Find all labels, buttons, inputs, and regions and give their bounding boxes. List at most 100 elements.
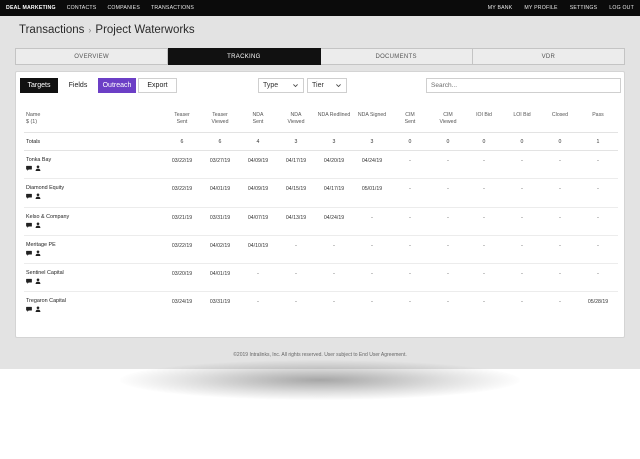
column-header[interactable]: CIM Sent bbox=[390, 112, 430, 126]
comment-icon[interactable] bbox=[26, 306, 32, 313]
table-cell: 05/28/19 bbox=[587, 299, 609, 306]
nav-log-out[interactable]: LOG OUT bbox=[609, 5, 634, 11]
tab-vdr[interactable]: VDR bbox=[472, 48, 625, 65]
person-icon[interactable] bbox=[35, 222, 41, 228]
type-select[interactable]: Type bbox=[258, 78, 304, 93]
row-actions bbox=[26, 222, 44, 228]
column-header[interactable]: Teaser Viewed bbox=[200, 112, 240, 126]
total-cell: 0 bbox=[558, 139, 562, 145]
tier-select[interactable]: Tier bbox=[307, 78, 347, 93]
comment-icon[interactable] bbox=[26, 278, 32, 284]
firm-name[interactable]: Sentinel Capital bbox=[26, 270, 64, 276]
person-icon[interactable] bbox=[35, 165, 41, 171]
column-header[interactable]: LOI Bid bbox=[502, 112, 542, 119]
total-cell: 3 bbox=[370, 139, 374, 145]
person-icon[interactable] bbox=[35, 306, 41, 313]
nav-my-profile[interactable]: MY PROFILE bbox=[524, 5, 557, 11]
table-row[interactable]: Meritage PE 03/22/19 04/02/19 04/10/19 - - - - -… bbox=[24, 236, 618, 265]
column-header-line: NDA bbox=[252, 112, 264, 118]
tab-tracking[interactable]: TRACKING bbox=[168, 48, 321, 65]
column-header[interactable]: NDA Sent bbox=[238, 112, 278, 126]
nav-contacts[interactable]: CONTACTS bbox=[67, 5, 97, 11]
nav-my-bank[interactable]: MY BANK bbox=[488, 5, 513, 11]
table-cell: 04/01/19 bbox=[209, 271, 231, 278]
table-cell: - bbox=[559, 299, 561, 306]
table-cell: - bbox=[483, 271, 485, 278]
tab-documents[interactable]: DOCUMENTS bbox=[320, 48, 473, 65]
column-header-line: Sent bbox=[404, 119, 416, 125]
firm-name[interactable]: Tonka Bay bbox=[26, 157, 51, 163]
firm-name[interactable]: Meritage PE bbox=[26, 242, 56, 248]
totals-label: Totals bbox=[26, 139, 41, 145]
comment-icon[interactable] bbox=[26, 165, 32, 171]
person-icon[interactable] bbox=[35, 193, 41, 200]
table-row[interactable]: Diamond Equity 03/22/19 04/01/19 04/09/19 04… bbox=[24, 179, 618, 208]
breadcrumb: Transactions › Project Waterworks bbox=[19, 24, 195, 36]
table-row[interactable]: Sentinel Capital 03/20/19 04/01/19 - - - - - - - -… bbox=[24, 264, 618, 293]
column-header[interactable]: Closed bbox=[540, 112, 580, 119]
comment-icon[interactable] bbox=[26, 222, 32, 228]
search-input[interactable] bbox=[426, 78, 621, 93]
nav-companies[interactable]: COMPANIES bbox=[107, 5, 140, 11]
person-icon[interactable] bbox=[35, 278, 41, 285]
outreach-button[interactable]: Outreach bbox=[98, 78, 136, 93]
column-header[interactable]: CIM Viewed bbox=[428, 112, 468, 126]
table-cell: - bbox=[521, 158, 523, 164]
table-cell: - bbox=[597, 242, 599, 249]
name-column-header[interactable]: Name $ (1) bbox=[26, 112, 40, 126]
table-cell: 03/31/19 bbox=[209, 299, 231, 306]
export-button[interactable]: Export bbox=[138, 78, 177, 93]
table-cell: 04/20/19 bbox=[323, 158, 345, 164]
footer-copyright: ©2019 Intralinks, Inc. All rights reserv… bbox=[233, 352, 407, 358]
column-header-line: Sent bbox=[176, 119, 188, 125]
table-row[interactable]: Tregaron Capital 03/24/19 03/31/19 - - - - - - - -… bbox=[24, 292, 618, 320]
total-cell: 4 bbox=[256, 139, 260, 145]
column-header-line: Teaser bbox=[174, 112, 190, 118]
table-cell: - bbox=[371, 242, 373, 249]
tab-overview[interactable]: OVERVIEW bbox=[15, 48, 169, 65]
column-header-line: Viewed bbox=[287, 119, 305, 125]
table-row[interactable]: Tonka Bay 03/22/19 03/27/19 04/09/19 04/17/1… bbox=[24, 151, 618, 180]
table-cell: - bbox=[409, 242, 411, 249]
nav-brand[interactable]: DEAL MARKETING bbox=[6, 5, 56, 11]
table-cell: - bbox=[333, 242, 335, 249]
nav-transactions[interactable]: TRANSACTIONS bbox=[151, 5, 194, 11]
total-cell: 1 bbox=[596, 139, 600, 145]
column-header[interactable]: NDA Redlined bbox=[314, 112, 354, 119]
table-cell: 04/07/19 bbox=[247, 214, 269, 221]
firm-name[interactable]: Diamond Equity bbox=[26, 185, 64, 191]
column-header[interactable]: NDA Signed bbox=[352, 112, 392, 119]
nav-settings[interactable]: SETTINGS bbox=[570, 5, 598, 11]
table-row[interactable]: Kelso & Company 03/21/19 03/31/19 04/07/19 0… bbox=[24, 208, 618, 236]
table-cell: - bbox=[447, 242, 449, 249]
column-header-line: Viewed bbox=[439, 119, 457, 125]
breadcrumb-separator: › bbox=[88, 25, 92, 35]
table-cell: 04/02/19 bbox=[209, 242, 231, 249]
column-header-line: Viewed bbox=[211, 119, 229, 125]
fields-button[interactable]: Fields bbox=[60, 78, 96, 93]
table-cell: 04/15/19 bbox=[285, 186, 307, 193]
total-cell: 3 bbox=[332, 139, 336, 145]
chevron-down-icon bbox=[293, 84, 298, 88]
comment-icon[interactable] bbox=[26, 193, 32, 200]
table-cell: - bbox=[483, 158, 485, 164]
table-cell: - bbox=[257, 271, 259, 278]
column-header[interactable]: IOI Bid bbox=[464, 112, 504, 119]
total-cell: 0 bbox=[408, 139, 412, 145]
person-icon[interactable] bbox=[35, 250, 41, 256]
tracking-panel: Targets Fields Outreach Export Type Tier… bbox=[15, 71, 625, 338]
table-cell: - bbox=[371, 299, 373, 306]
firm-name[interactable]: Tregaron Capital bbox=[26, 298, 66, 304]
table-cell: - bbox=[521, 271, 523, 278]
column-header[interactable]: Teaser Sent bbox=[162, 112, 202, 126]
column-header[interactable]: NDA Viewed bbox=[276, 112, 316, 126]
table-cell: 04/10/19 bbox=[247, 242, 269, 249]
firm-name[interactable]: Kelso & Company bbox=[26, 214, 69, 220]
breadcrumb-transactions[interactable]: Transactions bbox=[19, 24, 84, 36]
table-header: Name $ (1) Teaser Sent Teaser Viewed NDA Sent… bbox=[24, 104, 618, 133]
table-cell: 05/01/19 bbox=[361, 186, 383, 193]
column-header[interactable]: Pass bbox=[578, 112, 618, 119]
targets-button[interactable]: Targets bbox=[20, 78, 58, 93]
table-cell: - bbox=[295, 299, 297, 306]
comment-icon[interactable] bbox=[26, 250, 32, 256]
